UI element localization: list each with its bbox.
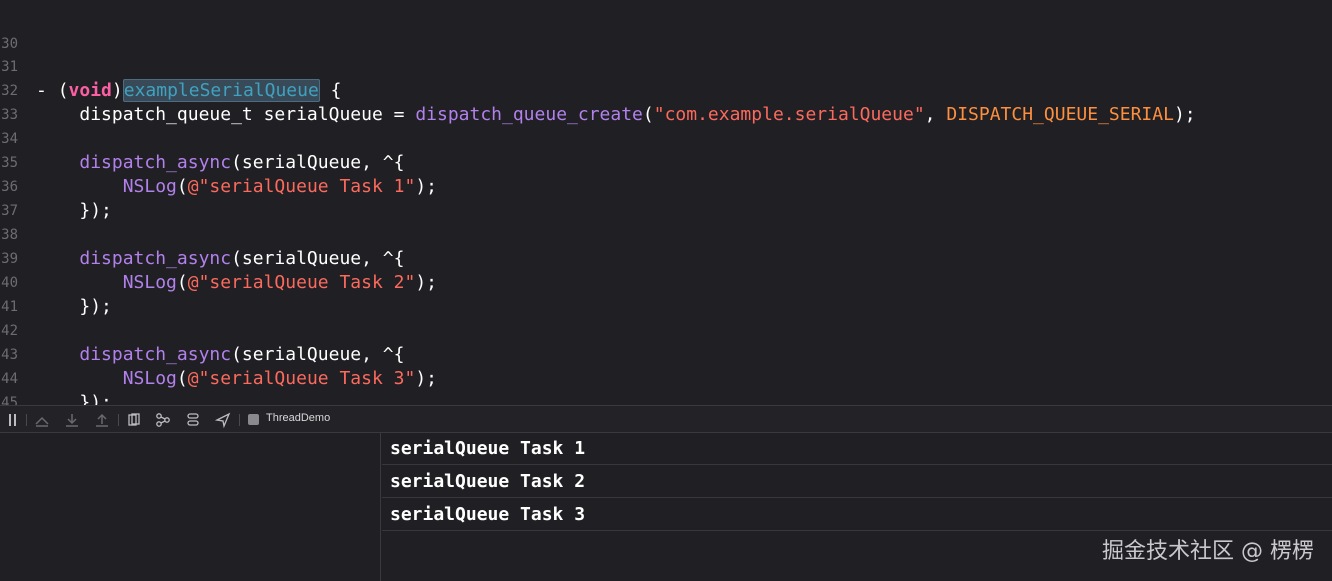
variables-pane[interactable] [0,433,381,581]
console-line-text: serialQueue Task 1 [390,438,586,459]
console-line: serialQueue Task 2 [382,466,1332,498]
console-line: serialQueue Task 3 [382,499,1332,531]
divider [239,414,240,426]
simulate-location-icon[interactable] [214,411,232,429]
code-line-34[interactable]: 34 dispatch_async(serialQueue, ^{ [0,103,1332,173]
continue-icon[interactable] [33,411,51,429]
code-line-35[interactable]: 35 NSLog(@"serialQueue Task 1"); [0,127,1332,197]
code-line-39[interactable]: 39 NSLog(@"serialQueue Task 2"); [0,223,1332,293]
code-line-31[interactable]: 31 - (void)exampleSerialQueue { [0,31,1332,102]
code-line-32[interactable]: 32 dispatch_queue_t serialQueue = dispat… [0,55,1332,125]
app-target-icon [248,414,259,425]
target-label[interactable]: ThreadDemo [266,412,330,424]
debug-bar: ThreadDemo [0,405,1332,433]
divider [118,414,119,426]
code-line-41[interactable]: 41 [0,271,1332,315]
environment-overrides-icon[interactable] [184,411,202,429]
divider [26,414,27,426]
console-line-text: serialQueue Task 3 [390,504,586,525]
code-line-44[interactable]: 44 }); [0,343,1332,405]
step-into-icon[interactable] [93,411,111,429]
step-over-icon[interactable] [63,411,81,429]
code-line-36[interactable]: 36 }); [0,151,1332,221]
code-line-40[interactable]: 40 }); [0,247,1332,317]
console-line: serialQueue Task 1 [382,433,1332,465]
code-line-38[interactable]: 38 dispatch_async(serialQueue, ^{ [0,199,1332,269]
code-line-42[interactable]: 42 dispatch_async(serialQueue, ^{ [0,295,1332,365]
code-line-30[interactable]: 30 [0,8,1332,52]
view-hierarchy-icon[interactable] [125,411,143,429]
breakpoints-toggle-icon[interactable] [4,411,22,429]
code-line-33[interactable]: 33 [0,79,1332,123]
watermark: 掘金技术社区 @ 楞楞 [1102,539,1314,564]
console-line-text: serialQueue Task 2 [390,471,586,492]
code-line-46[interactable]: 46 [0,391,1332,405]
code-line-37[interactable]: 37 [0,175,1332,219]
code-line-43[interactable]: 43 NSLog(@"serialQueue Task 3"); [0,319,1332,389]
code-editor[interactable]: 30 31 - (void)exampleSerialQueue { 32 di… [0,0,1332,405]
memory-graph-icon[interactable] [154,411,172,429]
code-line-45[interactable]: 45 } [0,367,1332,405]
